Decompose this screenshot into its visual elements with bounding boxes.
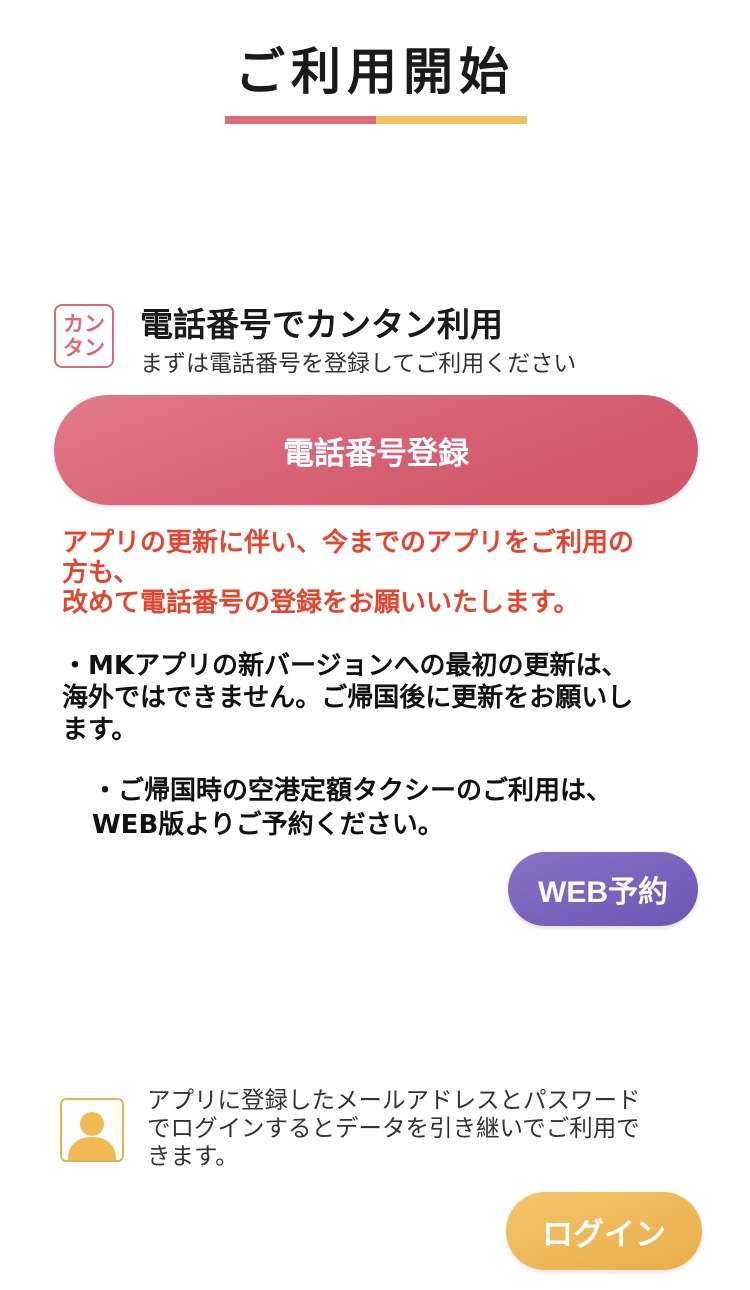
update-notice: アプリの更新に伴い、今までのアプリをご利用の 方も、 改めて電話番号の登録をお願… <box>62 528 712 618</box>
login-desc-line: でログインするとデータを引き継いでご利用で <box>147 1114 640 1142</box>
login-description: アプリに登録したメールアドレスとパスワード でログインするとデータを引き継いでご… <box>147 1086 717 1170</box>
user-silhouette-icon <box>68 1112 116 1160</box>
title-underline-pink <box>225 116 376 124</box>
login-button[interactable]: ログイン <box>506 1192 702 1270</box>
notice-line: 方も、 <box>62 558 140 588</box>
kantan-badge-icon: カン タン <box>54 304 114 368</box>
login-desc-line: アプリに登録したメールアドレスとパスワード <box>147 1086 641 1114</box>
info-line: ・ご帰国時の空港定額タクシーのご利用は、 <box>92 776 613 806</box>
register-phone-button[interactable]: 電話番号登録 <box>54 395 698 505</box>
login-desc-line: きます。 <box>147 1142 239 1170</box>
title-underline <box>225 116 527 124</box>
airport-taxi-info: ・ご帰国時の空港定額タクシーのご利用は、 WEB版よりご予約ください。 <box>92 774 712 842</box>
info-line: 海外ではできません。ご帰国後に更新をお願いし <box>62 683 634 713</box>
web-reserve-button[interactable]: WEB予約 <box>508 852 698 926</box>
notice-line: 改めて電話番号の登録をお願いいたします。 <box>62 588 580 618</box>
info-line: ます。 <box>62 715 138 745</box>
kantan-badge-line1: カン <box>63 312 105 336</box>
page-title: ご利用開始 <box>235 43 515 101</box>
overseas-update-info: ・MKアプリの新バージョンへの最初の更新は、 海外ではできません。ご帰国後に更新… <box>62 650 712 746</box>
info-line: ・MKアプリの新バージョンへの最初の更新は、 <box>62 651 628 681</box>
user-avatar-icon <box>60 1098 124 1162</box>
notice-line: アプリの更新に伴い、今までのアプリをご利用の <box>62 528 635 558</box>
phone-section-subtext: まずは電話番号を登録してご利用ください <box>140 351 577 377</box>
title-underline-yellow <box>376 116 527 124</box>
kantan-badge-line2: タン <box>63 336 105 360</box>
phone-section-heading: 電話番号でカンタン利用 <box>140 305 503 344</box>
start-usage-screen: ご利用開始 カン タン 電話番号でカンタン利用 まずは電話番号を登録してご利用く… <box>0 0 750 1290</box>
info-line: WEB版よりご予約ください。 <box>92 810 444 840</box>
